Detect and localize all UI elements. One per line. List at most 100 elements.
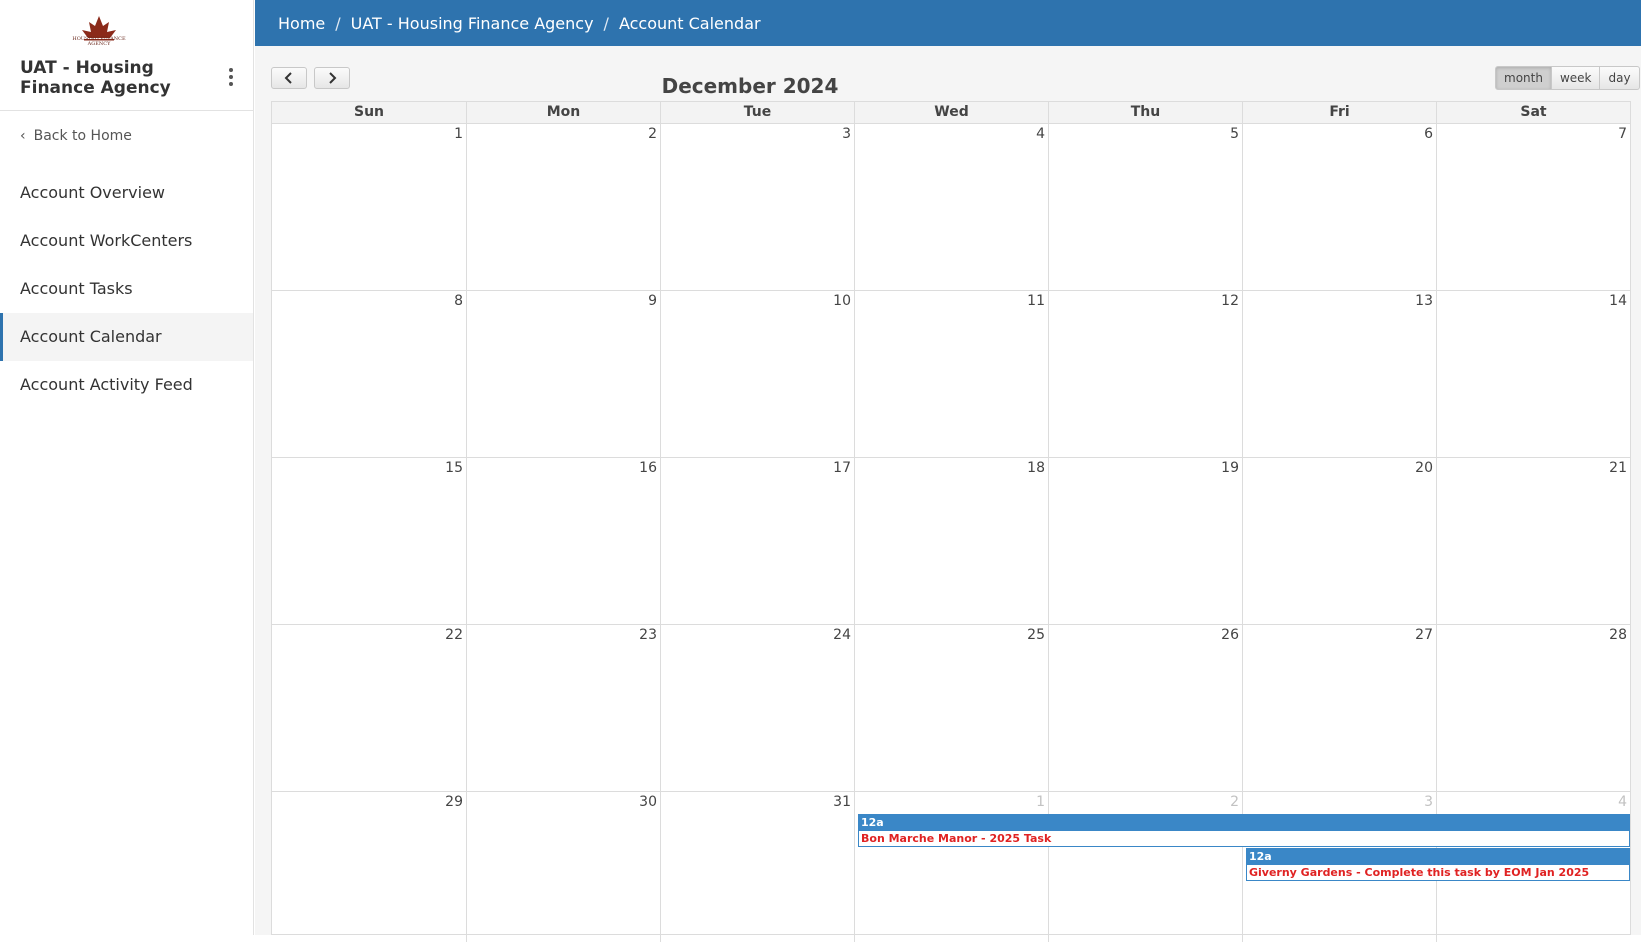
- day-cell[interactable]: 1: [272, 124, 466, 290]
- day-number: 26: [1221, 627, 1239, 643]
- day-cell[interactable]: 11: [854, 291, 1048, 457]
- back-to-home-link[interactable]: ‹ Back to Home: [20, 128, 132, 144]
- day-cell[interactable]: 10: [660, 291, 854, 457]
- calendar-event[interactable]: 12a Bon Marche Manor - 2025 Task: [858, 814, 1630, 847]
- day-cell[interactable]: 21: [1436, 458, 1630, 624]
- account-nav: Account Overview Account WorkCenters Acc…: [0, 169, 253, 409]
- day-number: 29: [445, 794, 463, 810]
- calendar-event[interactable]: 12a Giverny Gardens - Complete this task…: [1246, 848, 1630, 881]
- weekday-label: Sat: [1436, 102, 1630, 123]
- day-number: 21: [1609, 460, 1627, 476]
- day-number: 15: [445, 460, 463, 476]
- day-number: 3: [1424, 794, 1433, 810]
- sidebar-item-account-tasks[interactable]: Account Tasks: [0, 265, 253, 313]
- day-cell[interactable]: 18: [854, 458, 1048, 624]
- day-cell[interactable]: 16: [466, 458, 660, 624]
- day-cell[interactable]: 22: [272, 625, 466, 791]
- logo-text: HOUSING FINANCE AGENCY: [72, 36, 126, 47]
- sidebar-item-account-overview[interactable]: Account Overview: [0, 169, 253, 217]
- sidebar-divider: [0, 110, 254, 111]
- day-cell[interactable]: 8: [272, 291, 466, 457]
- prev-month-button[interactable]: [271, 67, 307, 89]
- day-number: 3: [842, 126, 851, 142]
- weekday-label: Fri: [1242, 102, 1436, 123]
- day-number: 17: [833, 460, 851, 476]
- day-number: 27: [1415, 627, 1433, 643]
- back-to-home-label: Back to Home: [33, 128, 132, 144]
- day-cell[interactable]: 17: [660, 458, 854, 624]
- breadcrumb-separator: /: [603, 13, 609, 33]
- day-cell[interactable]: 7: [1436, 124, 1630, 290]
- breadcrumb-account[interactable]: UAT - Housing Finance Agency: [351, 14, 594, 33]
- day-number: 7: [1618, 126, 1627, 142]
- weekday-label: Mon: [466, 102, 660, 123]
- day-cell[interactable]: 6: [1242, 124, 1436, 290]
- day-cell[interactable]: 19: [1048, 458, 1242, 624]
- day-cell[interactable]: 31: [660, 792, 854, 942]
- day-number: 4: [1036, 126, 1045, 142]
- day-cell[interactable]: 30: [466, 792, 660, 942]
- chevron-left-icon: ‹: [20, 128, 26, 144]
- day-number: 19: [1221, 460, 1239, 476]
- weekday-header: Sun Mon Tue Wed Thu Fri Sat: [272, 102, 1630, 124]
- day-cell[interactable]: 29: [272, 792, 466, 942]
- day-number: 25: [1027, 627, 1045, 643]
- day-number: 14: [1609, 293, 1627, 309]
- day-cell[interactable]: 28: [1436, 625, 1630, 791]
- day-cell[interactable]: 4: [854, 124, 1048, 290]
- day-cell[interactable]: 26: [1048, 625, 1242, 791]
- month-grid: Sun Mon Tue Wed Thu Fri Sat 1 2 3 4 5 6 …: [271, 101, 1631, 942]
- day-view-button[interactable]: day: [1599, 66, 1640, 90]
- day-number: 4: [1618, 794, 1627, 810]
- breadcrumb-home[interactable]: Home: [278, 14, 325, 33]
- day-cell[interactable]: 24: [660, 625, 854, 791]
- month-view-button[interactable]: month: [1495, 66, 1552, 90]
- calendar-title: December 2024: [661, 74, 839, 98]
- day-number: 22: [445, 627, 463, 643]
- day-number: 1: [1036, 794, 1045, 810]
- view-switcher: month week day: [1495, 66, 1640, 90]
- day-cell[interactable]: 15: [272, 458, 466, 624]
- next-month-button[interactable]: [314, 67, 350, 89]
- day-cell[interactable]: 14: [1436, 291, 1630, 457]
- day-cell[interactable]: 25: [854, 625, 1048, 791]
- day-cell[interactable]: 3: [660, 124, 854, 290]
- more-options-icon[interactable]: [226, 68, 236, 88]
- week-row: 29 30 31 1 2 3 4 12a Bon Marche Manor - …: [272, 792, 1630, 942]
- day-number: 16: [639, 460, 657, 476]
- sidebar-item-account-workcenters[interactable]: Account WorkCenters: [0, 217, 253, 265]
- sidebar-item-account-activity-feed[interactable]: Account Activity Feed: [0, 361, 253, 409]
- breadcrumb: Home / UAT - Housing Finance Agency / Ac…: [255, 0, 1641, 46]
- week-row: 15 16 17 18 19 20 21: [272, 458, 1630, 625]
- day-number: 12: [1221, 293, 1239, 309]
- day-cell[interactable]: 27: [1242, 625, 1436, 791]
- week-row: 8 9 10 11 12 13 14: [272, 291, 1630, 458]
- breadcrumb-current-page: Account Calendar: [618, 13, 761, 33]
- day-cell[interactable]: 9: [466, 291, 660, 457]
- weekday-label: Thu: [1048, 102, 1242, 123]
- day-cell[interactable]: 20: [1242, 458, 1436, 624]
- day-number: 31: [833, 794, 851, 810]
- day-number: 11: [1027, 293, 1045, 309]
- day-cell[interactable]: 23: [466, 625, 660, 791]
- day-number: 30: [639, 794, 657, 810]
- day-number: 13: [1415, 293, 1433, 309]
- week-row: 22 23 24 25 26 27 28: [272, 625, 1630, 792]
- day-cell[interactable]: 5: [1048, 124, 1242, 290]
- day-number: 28: [1609, 627, 1627, 643]
- weekday-label: Tue: [660, 102, 854, 123]
- chevron-left-icon: [284, 72, 292, 84]
- calendar-panel: December 2024 month week day Sun Mon Tue…: [255, 46, 1641, 942]
- day-number: 1: [454, 126, 463, 142]
- day-number: 20: [1415, 460, 1433, 476]
- day-number: 23: [639, 627, 657, 643]
- event-time: 12a: [1247, 849, 1629, 865]
- weekday-label: Wed: [854, 102, 1048, 123]
- day-cell[interactable]: 2: [466, 124, 660, 290]
- week-view-button[interactable]: week: [1550, 66, 1601, 90]
- day-cell[interactable]: 12: [1048, 291, 1242, 457]
- day-number: 8: [454, 293, 463, 309]
- sidebar-item-account-calendar[interactable]: Account Calendar: [0, 313, 253, 361]
- day-cell[interactable]: 13: [1242, 291, 1436, 457]
- day-number: 10: [833, 293, 851, 309]
